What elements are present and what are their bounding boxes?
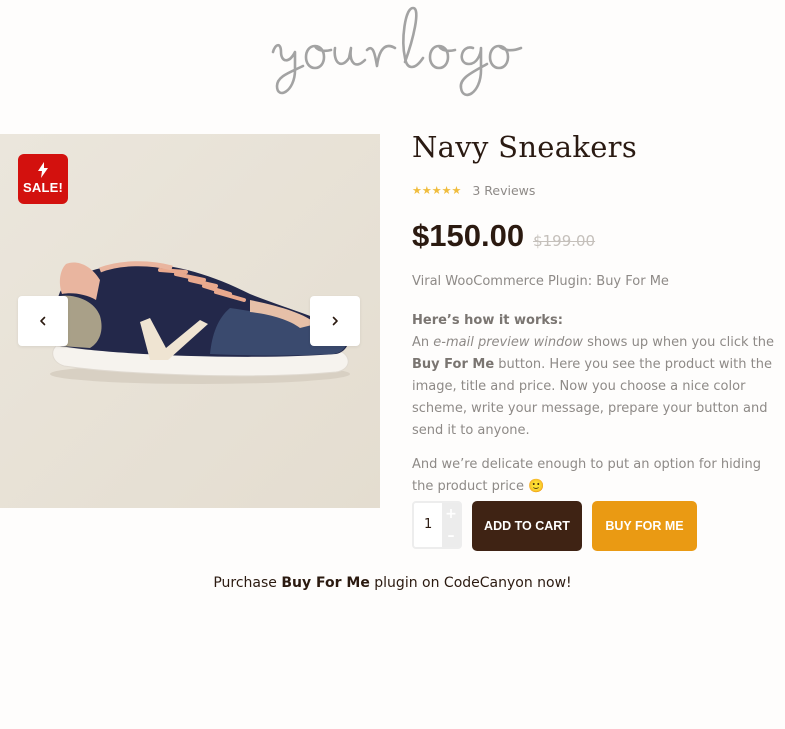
- promo-text: Purchase Buy For Me plugin on CodeCanyon…: [0, 575, 785, 591]
- quantity-stepper[interactable]: 1 + –: [412, 501, 462, 549]
- description-emphasis: e-mail preview window: [433, 335, 583, 350]
- product-price: $150.00 $199.00: [412, 218, 595, 254]
- star-icon: ★: [451, 183, 462, 197]
- quantity-increase-button[interactable]: +: [442, 503, 460, 525]
- product-rating: ★★★★★ 3 Reviews: [412, 183, 535, 198]
- current-price: $150.00: [412, 218, 525, 253]
- description-strong: Buy For Me: [412, 357, 495, 372]
- quantity-steps: + –: [442, 503, 460, 547]
- promo-text-part: Purchase: [213, 575, 282, 591]
- product-title: Navy Sneakers: [412, 130, 638, 164]
- promo-text-strong[interactable]: Buy For Me: [281, 575, 369, 591]
- star-icon: ★: [431, 183, 442, 197]
- promo-text-part: plugin on CodeCanyon now!: [369, 575, 572, 591]
- gallery-prev-button[interactable]: [18, 296, 68, 346]
- star-icon: ★: [421, 183, 432, 197]
- star-icon: ★: [441, 183, 452, 197]
- smile-emoji-icon: 🙂: [528, 479, 545, 494]
- quantity-decrease-button[interactable]: –: [442, 525, 460, 547]
- rating-stars: ★★★★★: [412, 184, 461, 198]
- add-to-cart-button[interactable]: ADD TO CART: [472, 501, 582, 551]
- description-paragraph: And we’re delicate enough to put an opti…: [412, 454, 784, 498]
- lightning-bolt-icon: [38, 162, 48, 178]
- buy-for-me-button[interactable]: BUY FOR ME: [592, 501, 697, 551]
- quantity-input[interactable]: 1: [424, 517, 440, 532]
- sale-badge: SALE!: [18, 154, 68, 204]
- old-price: $199.00: [533, 232, 596, 250]
- description-text: shows up when you click the: [582, 335, 774, 350]
- chevron-right-icon: [332, 316, 338, 326]
- reviews-link[interactable]: 3 Reviews: [472, 183, 535, 198]
- product-subtitle: Viral WooCommerce Plugin: Buy For Me: [412, 274, 669, 289]
- gallery-next-button[interactable]: [310, 296, 360, 346]
- sale-badge-label: SALE!: [23, 180, 63, 195]
- description-text: And we’re delicate enough to put an opti…: [412, 457, 762, 494]
- logo-script-image: [271, 6, 523, 97]
- product-description: Here’s how it works: An e-mail preview w…: [412, 310, 784, 510]
- description-text: An: [412, 335, 434, 350]
- description-heading: Here’s how it works:: [412, 313, 563, 328]
- site-logo[interactable]: [255, 0, 535, 108]
- chevron-left-icon: [40, 316, 46, 326]
- description-paragraph: Here’s how it works: An e-mail preview w…: [412, 310, 784, 442]
- star-icon: ★: [412, 183, 422, 197]
